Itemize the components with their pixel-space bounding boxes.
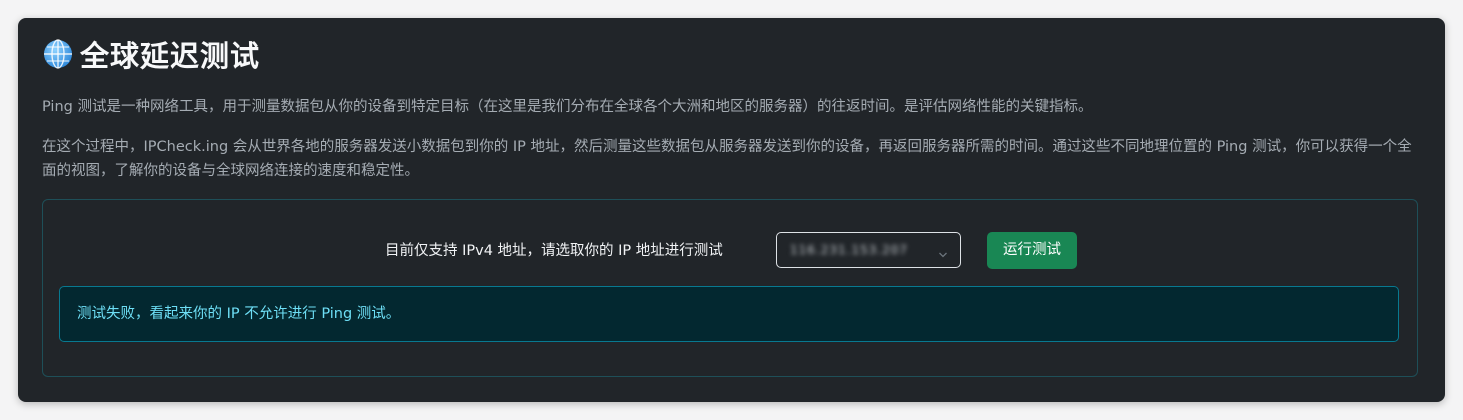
alert-message: 测试失败，看起来你的 IP 不允许进行 Ping 测试。 xyxy=(77,306,401,322)
global-latency-card: 全球延迟测试 Ping 测试是一种网络工具，用于测量数据包从你的设备到特定目标（… xyxy=(18,18,1445,402)
chevron-down-icon xyxy=(938,245,948,258)
test-controls: 目前仅支持 IPv4 地址，请选取你的 IP 地址进行测试 116.231.15… xyxy=(43,232,1417,270)
ipv4-support-label: 目前仅支持 IPv4 地址，请选取你的 IP 地址进行测试 xyxy=(385,243,723,259)
description-paragraph-2: 在这个过程中，IPCheck.ing 会从世界各地的服务器发送小数据包到你的 I… xyxy=(42,139,1412,179)
card-header: 全球延迟测试 xyxy=(42,36,261,73)
ip-select-value: 116.231.153.207 xyxy=(790,243,909,257)
test-failed-alert: 测试失败，看起来你的 IP 不允许进行 Ping 测试。 xyxy=(59,286,1399,342)
run-test-button[interactable]: 运行测试 xyxy=(987,232,1077,269)
test-panel: 目前仅支持 IPv4 地址，请选取你的 IP 地址进行测试 116.231.15… xyxy=(42,199,1418,377)
page-title: 全球延迟测试 xyxy=(80,39,261,73)
description-paragraph-1: Ping 测试是一种网络工具，用于测量数据包从你的设备到特定目标（在这里是我们分… xyxy=(42,99,1093,115)
globe-icon xyxy=(42,38,74,70)
ip-address-select[interactable]: 116.231.153.207 xyxy=(776,232,961,268)
